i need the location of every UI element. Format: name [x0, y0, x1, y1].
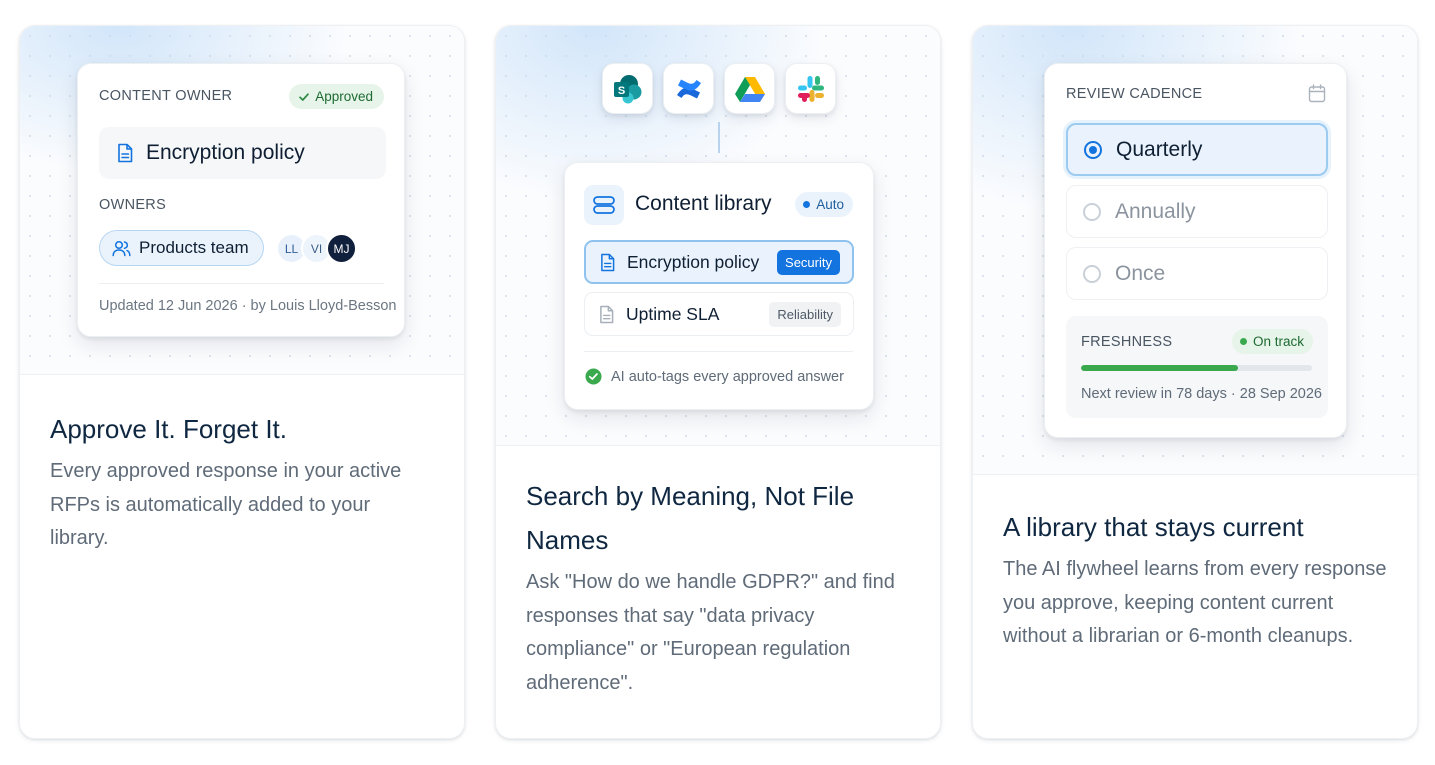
card-title: A library that stays current	[1003, 512, 1304, 542]
card-description: The AI flywheel learns from every respon…	[1003, 558, 1387, 647]
cadence-option-label: Quarterly	[1116, 137, 1203, 161]
cadence-option-label: Annually	[1115, 199, 1196, 223]
divider	[584, 351, 853, 352]
list-item[interactable]: Uptime SLA Reliability	[584, 292, 854, 336]
list-item-label: Encryption policy	[627, 251, 760, 272]
google-drive-app[interactable]	[724, 63, 775, 114]
feature-card-approve: CONTENT OWNER Approved Encryption policy…	[19, 25, 465, 739]
card-description: Every approved response in your active R…	[50, 460, 402, 549]
document-icon	[118, 143, 133, 163]
content-owner-label: CONTENT OWNER	[99, 88, 233, 104]
connector-line	[718, 122, 720, 153]
card-title: Search by Meaning, Not File Names	[526, 481, 855, 555]
avatar[interactable]: MJ	[326, 233, 357, 264]
card-title: Approve It. Forget It.	[50, 414, 287, 444]
freshness-progress-bar	[1081, 365, 1312, 371]
cadence-option-annually[interactable]: Annually	[1066, 185, 1328, 238]
on-track-label: On track	[1252, 334, 1304, 349]
team-name: Products team	[139, 238, 249, 257]
list-item[interactable]: Encryption policy Security	[584, 240, 854, 284]
card-description: Ask "How do we handle GDPR?" and find re…	[526, 571, 895, 694]
users-icon	[112, 240, 131, 256]
owners-label: OWNERS	[99, 197, 167, 213]
status-dot	[1239, 338, 1247, 345]
sharepoint-icon: S	[613, 74, 641, 103]
freshness-label: FRESHNESS	[1081, 334, 1173, 350]
integration-icons: S	[602, 63, 836, 114]
list-item-label: Uptime SLA	[626, 303, 720, 324]
card-text: Approve It. Forget It. Every approved re…	[20, 375, 464, 556]
next-review-text: Next review in 78 days · 28 Sep 2026	[1081, 386, 1322, 402]
document-title: Encryption policy	[146, 141, 305, 164]
card-text: A library that stays current The AI flyw…	[973, 475, 1417, 654]
on-track-badge: On track	[1231, 329, 1313, 354]
approved-badge: Approved	[289, 84, 384, 109]
illustration-area: S Content library Auto Encryption policy…	[496, 26, 940, 446]
freshness-progress-fill	[1081, 365, 1239, 371]
slack-icon	[797, 75, 824, 102]
content-owner-panel: CONTENT OWNER Approved Encryption policy…	[77, 63, 405, 337]
document-row[interactable]: Encryption policy	[99, 127, 386, 179]
illustration-area: REVIEW CADENCE Quarterly Annually Once F…	[973, 26, 1417, 475]
library-icon-wrap	[584, 185, 624, 225]
approved-badge-label: Approved	[315, 89, 373, 104]
radio-button[interactable]	[1083, 264, 1101, 283]
autotag-note: AI auto-tags every approved answer	[585, 368, 844, 385]
check-icon	[299, 92, 310, 101]
status-dot	[803, 201, 811, 208]
radio-button[interactable]	[1083, 202, 1101, 221]
database-icon	[593, 196, 615, 214]
google-drive-icon	[734, 76, 765, 102]
review-cadence-label: REVIEW CADENCE	[1066, 86, 1203, 102]
autotag-text: AI auto-tags every approved answer	[611, 368, 844, 385]
svg-text:S: S	[617, 85, 624, 97]
cadence-option-once[interactable]: Once	[1066, 247, 1328, 300]
illustration-area: CONTENT OWNER Approved Encryption policy…	[20, 26, 464, 375]
auto-badge: Auto	[795, 192, 853, 217]
radio-button[interactable]	[1084, 140, 1102, 159]
check-circle-icon	[585, 368, 602, 385]
tag-badge: Reliability	[769, 301, 841, 327]
slack-app[interactable]	[785, 63, 836, 114]
confluence-app[interactable]	[663, 63, 714, 114]
tag-badge: Security	[777, 249, 840, 275]
cadence-option-quarterly[interactable]: Quarterly	[1066, 123, 1328, 176]
calendar-icon[interactable]	[1308, 84, 1326, 103]
document-icon	[601, 253, 615, 271]
feature-card-search: S Content library Auto Encryption policy…	[495, 25, 941, 739]
card-text: Search by Meaning, Not File Names Ask "H…	[496, 446, 940, 700]
content-library-panel: Content library Auto Encryption policy S…	[564, 162, 874, 410]
divider	[99, 283, 384, 284]
updated-text: Updated 12 Jun 2026 · by Louis Lloyd-Bes…	[99, 298, 397, 314]
auto-badge-label: Auto	[816, 197, 844, 212]
document-icon	[600, 305, 614, 323]
feature-card-current: REVIEW CADENCE Quarterly Annually Once F…	[972, 25, 1418, 739]
team-pill[interactable]: Products team	[99, 230, 264, 266]
sharepoint-app[interactable]: S	[602, 63, 653, 114]
review-cadence-panel: REVIEW CADENCE Quarterly Annually Once F…	[1044, 63, 1347, 438]
freshness-box: FRESHNESS On track Next review in 78 day…	[1066, 316, 1328, 418]
library-title: Content library	[635, 192, 772, 215]
confluence-icon	[676, 79, 701, 98]
owner-avatars: LL VI MJ	[276, 233, 357, 264]
cadence-option-label: Once	[1115, 261, 1166, 285]
